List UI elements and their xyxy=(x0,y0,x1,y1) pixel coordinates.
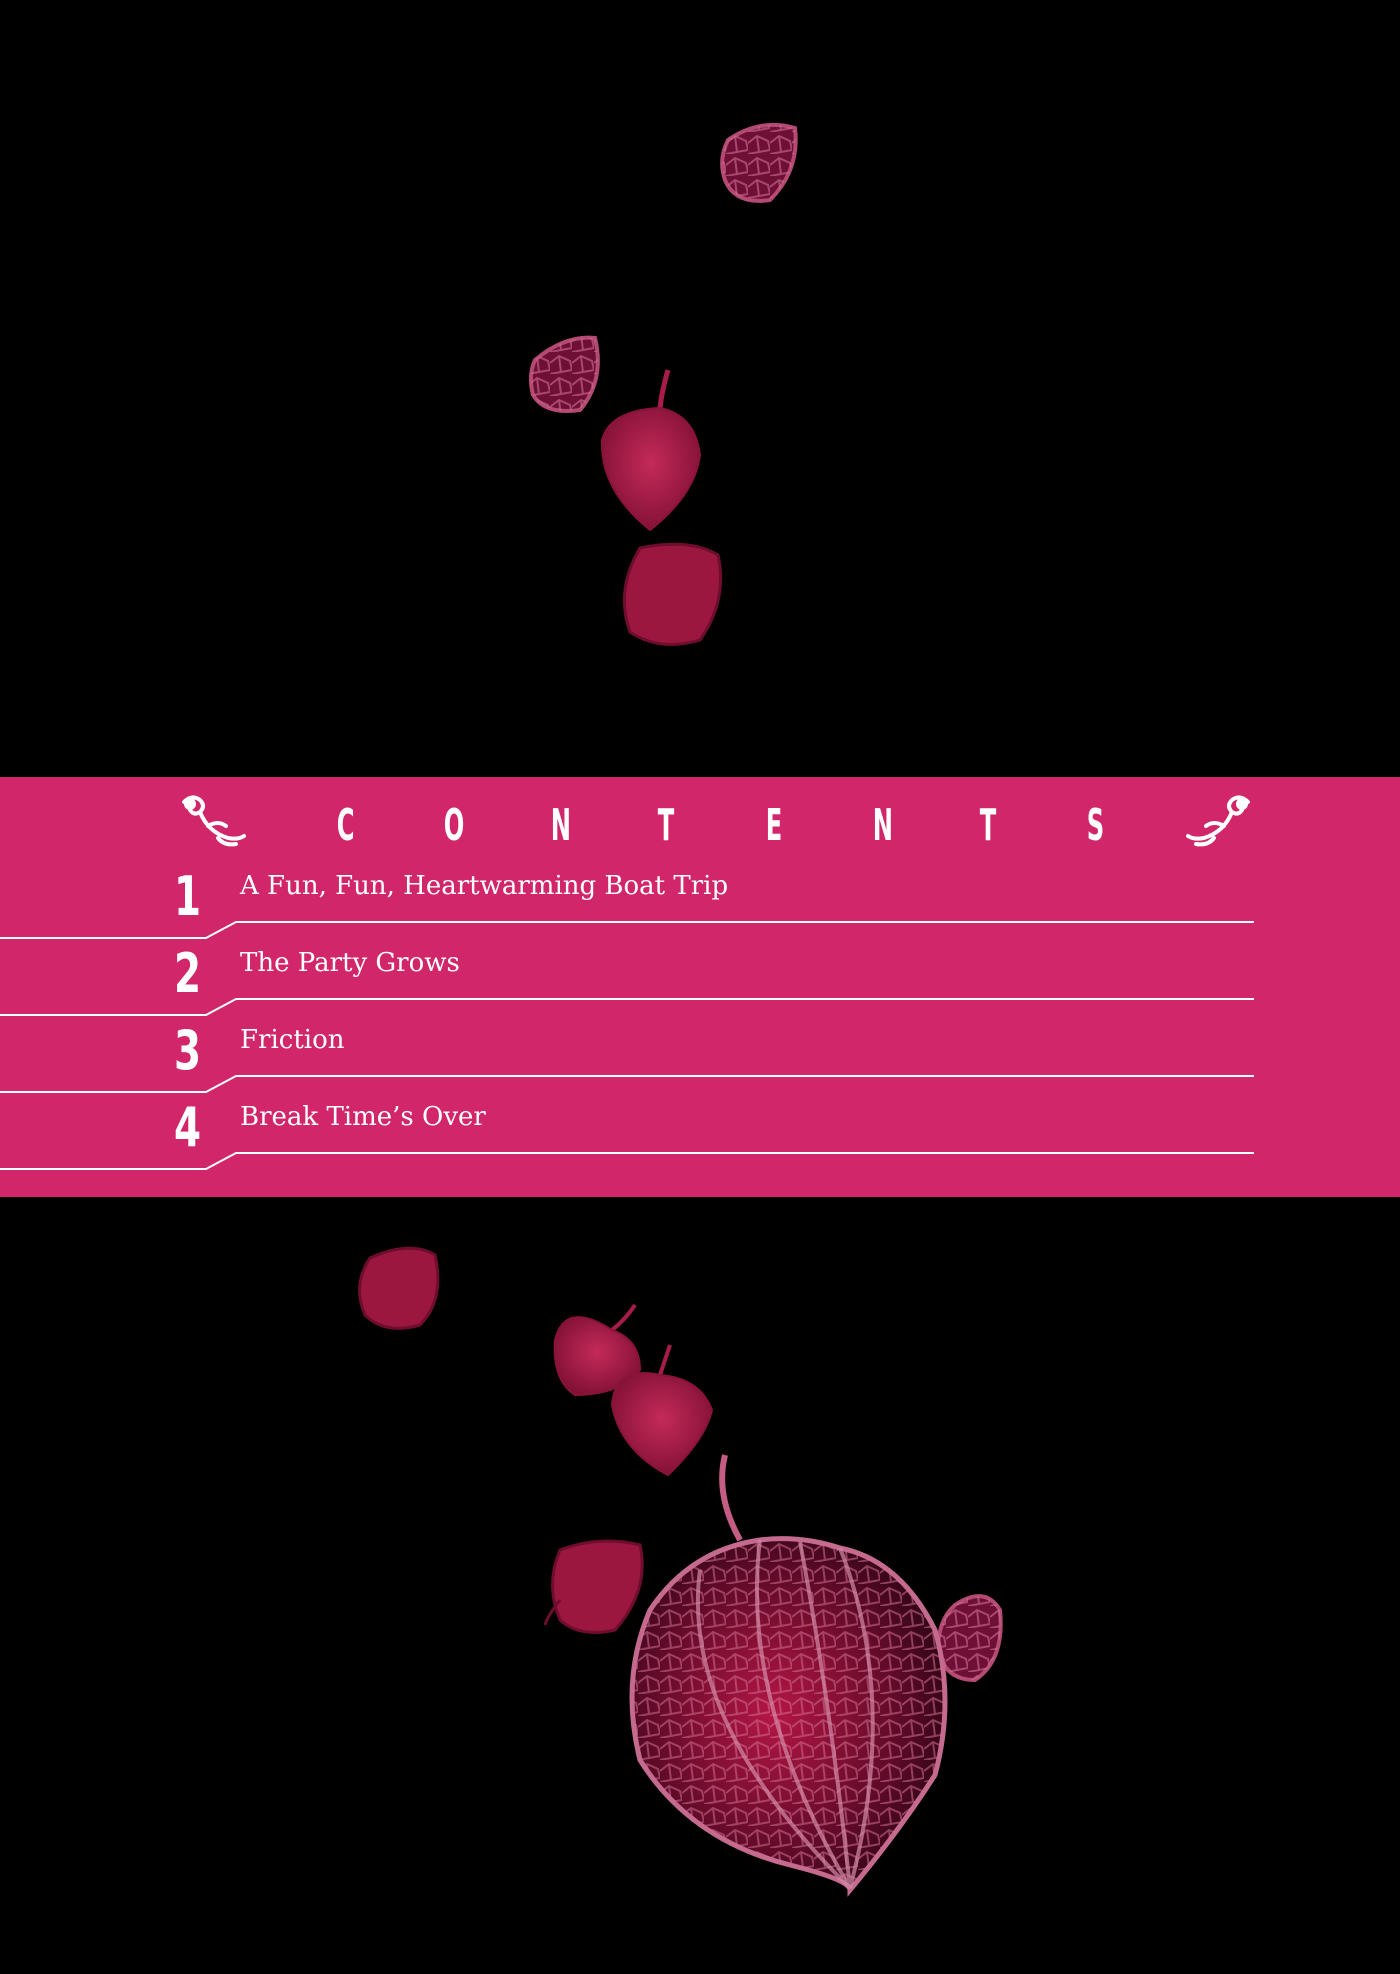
chapter-number: 1 xyxy=(174,865,202,928)
heading-letter: E xyxy=(765,799,782,851)
contents-heading: C O N T E N T S xyxy=(0,777,1400,877)
skeleton-lantern-icon xyxy=(629,1454,948,1897)
contents-band: C O N T E N T S 1 A Fun, Fun, Heartwarmi… xyxy=(0,777,1400,1197)
lantern-pod-icon xyxy=(622,542,723,646)
heading-letter: O xyxy=(443,799,465,851)
toc-entry[interactable]: 4 Break Time’s Over xyxy=(0,1096,1400,1173)
chapter-title[interactable]: Friction xyxy=(240,1023,345,1057)
toc-list: 1 A Fun, Fun, Heartwarming Boat Trip 2 T… xyxy=(0,865,1400,1173)
chapter-title[interactable]: Break Time’s Over xyxy=(240,1100,486,1134)
heading-letter: C xyxy=(336,799,355,851)
skeleton-pod-icon xyxy=(935,1594,1003,1683)
lantern-pod-icon xyxy=(600,369,702,532)
contents-heading-letters: C O N T E N T S xyxy=(330,795,1110,855)
chapter-number: 2 xyxy=(174,942,202,1005)
heading-letter: N xyxy=(872,799,893,851)
flourish-ornament-icon xyxy=(182,795,246,847)
chapter-title[interactable]: A Fun, Fun, Heartwarming Boat Trip xyxy=(240,869,728,903)
flourish-ornament-icon xyxy=(1186,795,1250,847)
heading-letter: T xyxy=(979,799,997,851)
toc-entry[interactable]: 1 A Fun, Fun, Heartwarming Boat Trip xyxy=(0,865,1400,942)
toc-entry[interactable]: 3 Friction xyxy=(0,1019,1400,1096)
chapter-number: 3 xyxy=(174,1019,202,1082)
heading-letter: S xyxy=(1086,799,1105,851)
chapter-title[interactable]: The Party Grows xyxy=(240,946,460,980)
heading-letter: N xyxy=(551,799,572,851)
lantern-pod-icon xyxy=(358,1246,440,1330)
toc-entry[interactable]: 2 The Party Grows xyxy=(0,942,1400,1019)
heading-letter: T xyxy=(658,799,675,851)
skeleton-pod-icon xyxy=(720,122,798,203)
chapter-number: 4 xyxy=(174,1096,202,1159)
lantern-pod-icon xyxy=(543,1539,644,1634)
skeleton-pod-icon xyxy=(528,335,600,413)
